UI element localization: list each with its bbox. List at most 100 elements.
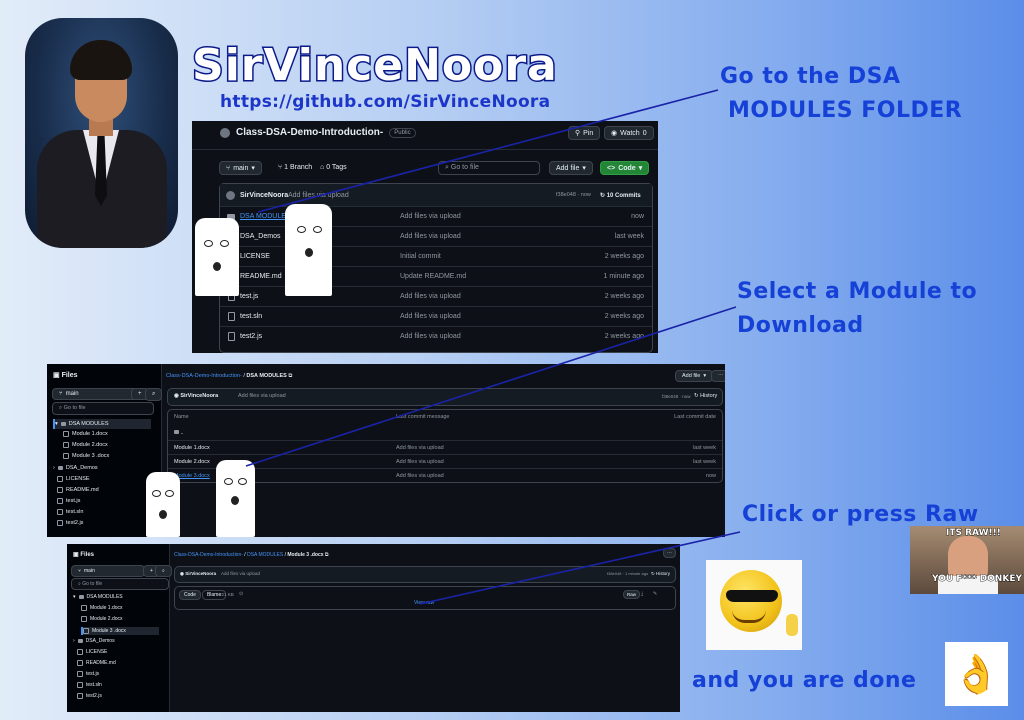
- go-to-file-input[interactable]: ⌕ Go to file: [71, 578, 169, 590]
- tree-item-module2[interactable]: Module 2.docx: [81, 616, 123, 622]
- file-name[interactable]: Module 1.docx: [174, 445, 210, 451]
- branch-count[interactable]: ⑂ 1 Branch: [278, 164, 312, 171]
- tree-item-test-js[interactable]: test.js: [57, 498, 80, 504]
- go-to-file-input[interactable]: ⌕ Go to file: [438, 161, 540, 175]
- branch-selector[interactable]: ⑂ main ▾: [219, 161, 262, 175]
- file-viewer: Code Blame 221 KB ⊙ Raw ⤓ ✎: [174, 586, 676, 610]
- branch-selector[interactable]: ⑂ main: [52, 388, 138, 400]
- file-name[interactable]: test.sln: [240, 313, 262, 320]
- col-message: Last commit message: [396, 414, 450, 420]
- meme-caption-bottom: YOU F*** DONKEY: [932, 574, 1023, 585]
- file-commit-message[interactable]: Initial commit: [400, 253, 441, 260]
- tree-item-license[interactable]: LICENSE: [57, 476, 90, 482]
- raw-button[interactable]: Raw: [623, 590, 641, 599]
- file-row[interactable]: test.sln Add files via upload 2 weeks ago: [220, 306, 652, 326]
- file-name[interactable]: test2.js: [240, 333, 262, 340]
- search-icon[interactable]: ⌕: [155, 565, 172, 577]
- file-commit-message[interactable]: Update README.md: [400, 273, 466, 280]
- more-options-icon[interactable]: ⋯: [663, 548, 676, 558]
- file-row[interactable]: test2.js Add files via upload 2 weeks ago: [220, 326, 652, 346]
- tree-item-module3[interactable]: Module 3 .docx: [81, 627, 159, 635]
- commit-hash[interactable]: f38e048 · now: [662, 394, 691, 399]
- branch-selector[interactable]: ⑂ main: [71, 565, 145, 577]
- repo-name[interactable]: Class-DSA-Demo-Introduction-: [236, 127, 383, 138]
- file-name[interactable]: README.md: [240, 273, 282, 280]
- chevron-down-icon: ▾: [582, 165, 586, 172]
- file-name[interactable]: DSA_Demos: [240, 233, 280, 240]
- sidebar-toggle-icon[interactable]: ▣: [53, 372, 60, 379]
- tree-item-module1[interactable]: Module 1.docx: [81, 605, 123, 611]
- copy-icon[interactable]: ⧉: [325, 552, 329, 558]
- commit-author[interactable]: ◉ SirVinceNoora: [174, 393, 218, 399]
- tree-item-license[interactable]: LICENSE: [77, 649, 107, 655]
- tree-item-test2-js[interactable]: test2.js: [77, 693, 102, 699]
- copilot-icon[interactable]: ⊙: [239, 591, 243, 597]
- add-file-button[interactable]: Add file ▾: [675, 370, 714, 382]
- history-link[interactable]: ↻ History: [651, 571, 670, 577]
- more-options-icon[interactable]: ⋯: [711, 370, 725, 382]
- tree-item-dsa-modules[interactable]: ▾ DSA MODULES: [53, 419, 151, 429]
- breadcrumb-repo[interactable]: Class-DSA-Demo-Introduction-: [174, 552, 243, 558]
- view-raw-link[interactable]: View raw: [414, 600, 434, 606]
- tab-code[interactable]: Code: [179, 590, 201, 600]
- file-commit-message[interactable]: Add files via upload: [400, 333, 461, 340]
- sidebar-toggle-icon[interactable]: ▣: [73, 552, 79, 558]
- commit-author[interactable]: SirVinceNoora: [240, 192, 288, 199]
- file-commit-message[interactable]: Add files via upload: [400, 233, 461, 240]
- watch-button[interactable]: ◉ Watch 0: [604, 126, 654, 140]
- commit-hash[interactable]: f38e048 · 1 minute ago: [607, 571, 648, 576]
- add-file-button[interactable]: Add file ▾: [549, 161, 593, 175]
- file-name[interactable]: DSA MODULES: [240, 213, 291, 220]
- pin-button[interactable]: ⚲ Pin: [568, 126, 601, 140]
- tree-item-dsa-modules[interactable]: ▾ DSA MODULES: [73, 594, 123, 600]
- file-commit-message[interactable]: Add files via upload: [400, 293, 461, 300]
- commit-message[interactable]: Add files via upload: [238, 393, 286, 399]
- search-icon: ⌕: [445, 164, 449, 171]
- breadcrumb-folder[interactable]: DSA MODULES: [247, 552, 283, 558]
- tree-item-test2-js[interactable]: test2.js: [57, 520, 83, 526]
- commit-hash[interactable]: f38e048 · now: [556, 192, 591, 198]
- file-time: now: [631, 213, 644, 220]
- tree-item-dsa-demos[interactable]: › DSA_Demos: [53, 465, 98, 471]
- file-name[interactable]: test.js: [240, 293, 258, 300]
- tree-item-module1[interactable]: Module 1.docx: [63, 431, 108, 437]
- breadcrumb-repo[interactable]: Class-DSA-Demo-Introduction-: [166, 373, 242, 379]
- brand-url[interactable]: https://github.com/SirVinceNoora: [220, 92, 550, 112]
- commit-message[interactable]: Add files via upload: [221, 571, 260, 576]
- parent-dir-row[interactable]: ..: [174, 430, 184, 436]
- commit-author[interactable]: ◉ SirVinceNoora: [180, 571, 216, 577]
- file-commit-message[interactable]: Add files via upload: [396, 473, 444, 479]
- file-commit-message[interactable]: Add files via upload: [400, 213, 461, 220]
- tree-item-module2[interactable]: Module 2.docx: [63, 442, 108, 448]
- col-date: Last commit date: [674, 414, 716, 420]
- file-size: 221 KB: [219, 592, 234, 597]
- tag-count[interactable]: ⌂ 0 Tags: [320, 164, 347, 171]
- tree-item-test-sln[interactable]: test.sln: [57, 509, 83, 515]
- file-name[interactable]: Module 2.docx: [174, 459, 210, 465]
- tree-item-module3[interactable]: Module 3 .docx: [63, 453, 109, 459]
- copy-icon[interactable]: ⧉: [288, 373, 292, 379]
- caption-step2-line1: Select a Module to: [737, 279, 978, 304]
- thumbs-up-icon: [786, 614, 798, 636]
- file-name[interactable]: LICENSE: [240, 253, 270, 260]
- commits-link[interactable]: ↻ 10 Commits: [600, 192, 641, 199]
- commit-message[interactable]: Add files via upload: [288, 192, 349, 199]
- edit-icon[interactable]: ✎: [653, 591, 657, 597]
- file-row[interactable]: Module 1.docx Add files via upload last …: [168, 440, 722, 455]
- go-to-file-input[interactable]: ⌕ Go to file: [52, 402, 154, 415]
- history-link[interactable]: ↻ History: [694, 393, 717, 399]
- file-commit-message[interactable]: Add files via upload: [396, 459, 444, 465]
- search-icon[interactable]: ⌕: [145, 388, 163, 401]
- tree-item-readme[interactable]: README.md: [77, 660, 116, 666]
- tree-item-readme[interactable]: README.md: [57, 487, 99, 493]
- tree-item-dsa-demos[interactable]: › DSA_Demos: [73, 638, 115, 644]
- ok-hand-icon: 👌: [952, 651, 1001, 696]
- tree-item-test-sln[interactable]: test.sln: [77, 682, 102, 688]
- file-commit-message[interactable]: Add files via upload: [400, 313, 461, 320]
- download-icon[interactable]: ⤓: [641, 591, 643, 597]
- file-commit-message[interactable]: Add files via upload: [396, 445, 444, 451]
- tree-item-test-js[interactable]: test.js: [77, 671, 99, 677]
- files-header: ▣ Files: [53, 372, 78, 379]
- pin-label: Pin: [583, 129, 594, 137]
- code-button[interactable]: <> Code ▾: [600, 161, 650, 175]
